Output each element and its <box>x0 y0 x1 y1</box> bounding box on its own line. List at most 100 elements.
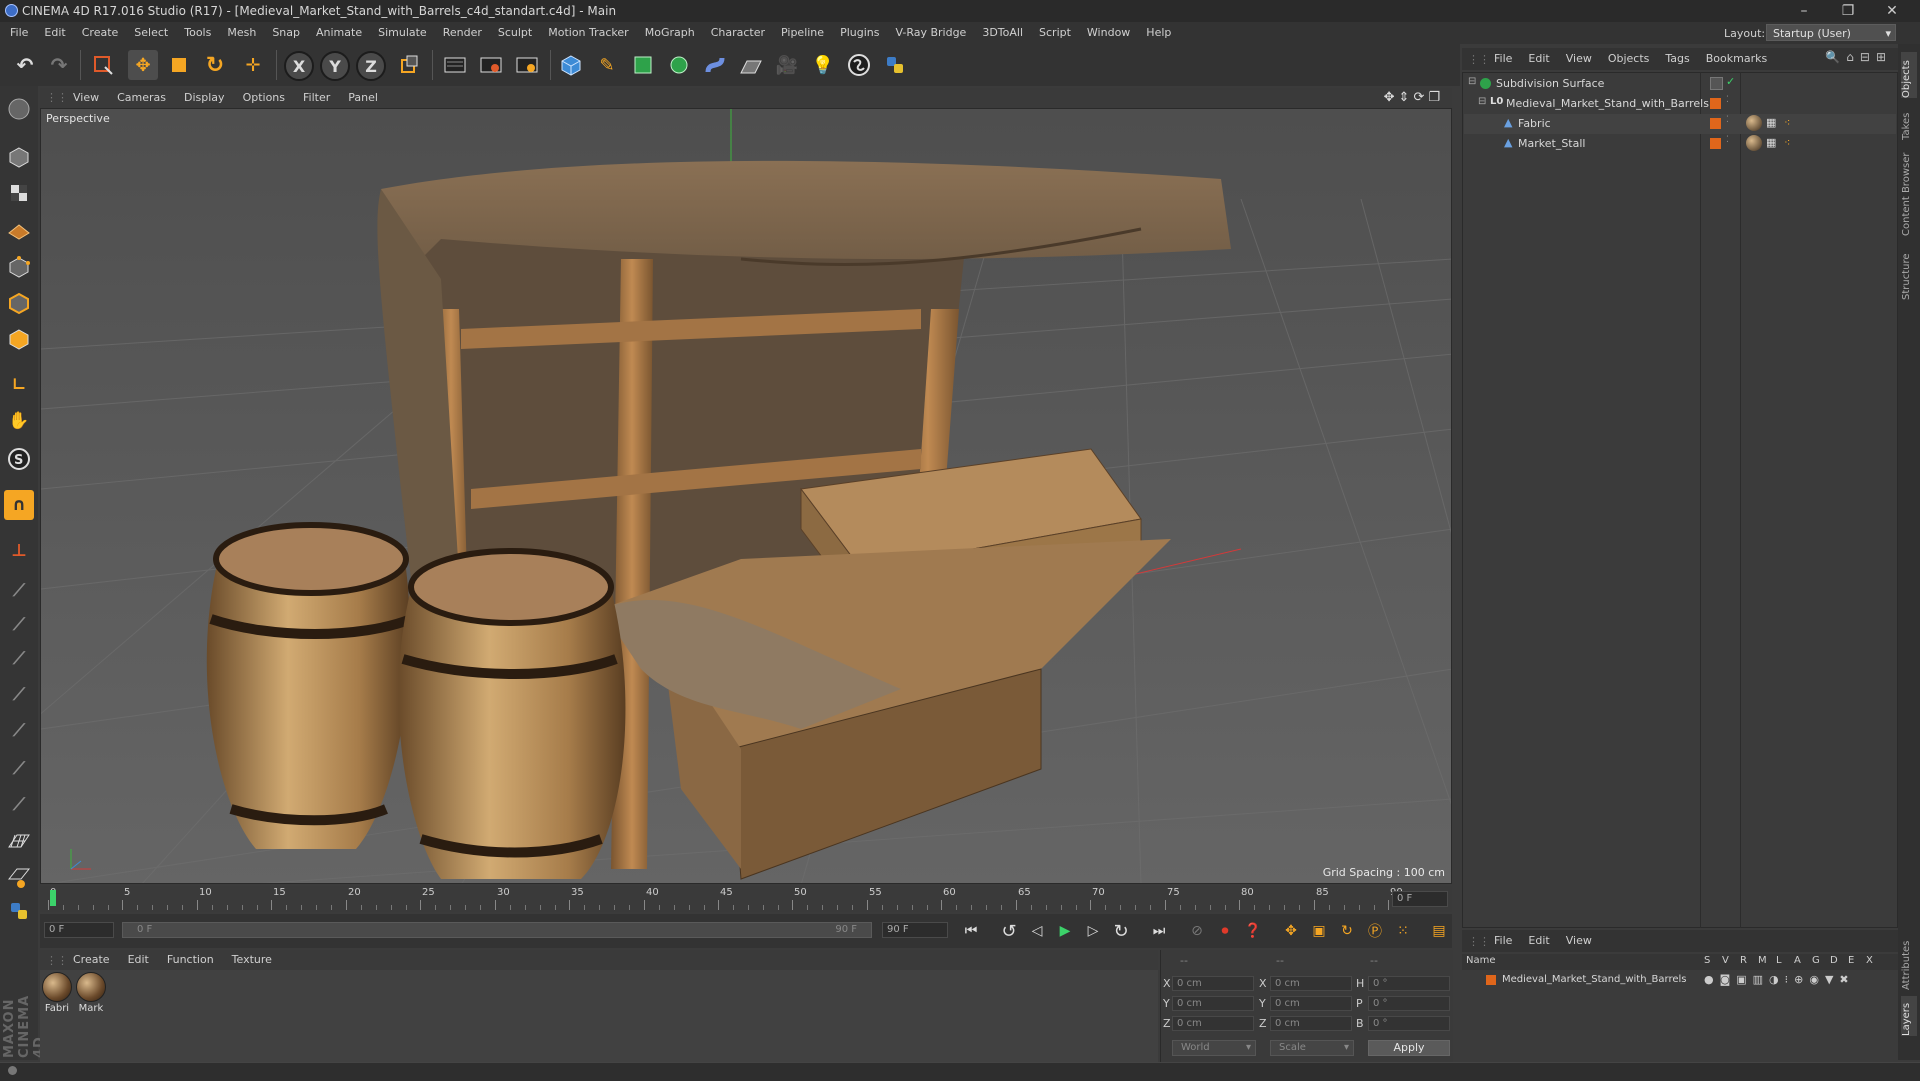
menu-render[interactable]: Render <box>435 22 490 44</box>
layer-header-deformers[interactable]: D <box>1830 955 1838 966</box>
rotation-p-field[interactable]: 0 ° <box>1368 996 1450 1011</box>
layer-header-manager[interactable]: M <box>1758 955 1767 966</box>
close-button[interactable]: ✕ <box>1870 0 1914 22</box>
render-view-icon[interactable] <box>440 50 470 80</box>
material-tag-icon[interactable] <box>1746 115 1762 131</box>
python-icon[interactable] <box>4 896 34 926</box>
vray-bridge-icon[interactable] <box>844 50 874 80</box>
nurbs-generator-icon[interactable] <box>628 50 658 80</box>
menu-help[interactable]: Help <box>1138 22 1179 44</box>
menu-window[interactable]: Window <box>1079 22 1138 44</box>
uvw-tag-icon[interactable]: ▦ <box>1766 116 1776 129</box>
layer-menu-edit[interactable]: Edit <box>1520 930 1557 952</box>
sculpt-brush-7-icon[interactable]: ⟋ <box>4 790 34 820</box>
tweak-mode-icon[interactable]: ✋ <box>4 406 34 436</box>
layer-color-swatch[interactable] <box>1486 975 1496 985</box>
layer-header-animation[interactable]: A <box>1794 955 1801 966</box>
viewport-menu-view[interactable]: View <box>64 88 108 108</box>
layer-header-visible[interactable]: V <box>1722 955 1729 966</box>
cube-primitive-icon[interactable] <box>556 50 586 80</box>
layer-color-swatch[interactable] <box>1710 138 1721 149</box>
layout-select[interactable]: Startup (User) ▾ <box>1766 24 1896 41</box>
om-menu-edit[interactable]: Edit <box>1520 48 1557 70</box>
autokey-icon[interactable]: ❓ <box>1242 920 1264 942</box>
workplane-mode-icon[interactable] <box>4 214 34 244</box>
object-row-market-stall[interactable]: ▲ Market_Stall ⁚ ▦ ⁖ <box>1464 134 1896 154</box>
start-frame-field[interactable]: 0 F <box>44 922 114 938</box>
layer-color-swatch[interactable] <box>1710 77 1723 90</box>
rotate-tool-icon[interactable]: ↻ <box>200 50 230 80</box>
play-forward-icon[interactable]: ▶ <box>1054 920 1076 942</box>
transform-tool-icon[interactable]: ✛ <box>238 50 268 80</box>
menu-3dtoall[interactable]: 3DToAll <box>974 22 1031 44</box>
layer-color-swatch[interactable] <box>1710 118 1721 129</box>
visibility-dots-icon[interactable]: ⁚ <box>1726 135 1729 145</box>
menu-simulate[interactable]: Simulate <box>370 22 435 44</box>
position-z-field[interactable]: 0 cm <box>1172 1016 1254 1031</box>
tab-structure[interactable]: Structure <box>1901 244 1917 300</box>
object-row-medieval-market-stand[interactable]: ⊟ L0 Medieval_Market_Stand_with_Barrels … <box>1464 94 1896 114</box>
position-y-field[interactable]: 0 cm <box>1172 996 1254 1011</box>
timeline-ruler[interactable]: 051015202530354045505560657075808590 0 F <box>40 886 1452 912</box>
key-position-icon[interactable]: ✥ <box>1280 920 1302 942</box>
sculpt-brush-4-icon[interactable]: ⟋ <box>4 680 34 710</box>
menu-character[interactable]: Character <box>703 22 773 44</box>
om-search-home-icons[interactable]: 🔍⌂⊟⊞ <box>1825 50 1892 64</box>
next-frame-icon[interactable]: ▷ <box>1082 920 1104 942</box>
sculpt-brush-5-icon[interactable]: ⟋ <box>4 716 34 746</box>
move-tool-icon[interactable]: ✥ <box>128 50 158 80</box>
collapse-icon[interactable]: ⊟ <box>1478 96 1486 107</box>
tab-layers[interactable]: Layers <box>1901 996 1917 1036</box>
layer-header-generators[interactable]: G <box>1812 955 1820 966</box>
om-menu-view[interactable]: View <box>1558 48 1600 70</box>
scale-tool-icon[interactable] <box>164 50 194 80</box>
layer-header-render[interactable]: R <box>1740 955 1747 966</box>
menu-create[interactable]: Create <box>74 22 127 44</box>
key-pla-icon[interactable]: ⁙ <box>1392 920 1414 942</box>
redo-icon[interactable]: ↷ <box>44 50 74 80</box>
spline-pen-icon[interactable]: ✎ <box>592 50 622 80</box>
light-bulb-icon[interactable]: 💡 <box>808 50 838 80</box>
render-settings-icon[interactable] <box>512 50 542 80</box>
axis-mode-icon[interactable]: ∟ <box>4 370 34 400</box>
snapping-icon[interactable]: S <box>4 444 34 474</box>
timeline-layout-icon[interactable]: ▤ <box>1428 920 1450 942</box>
viewport-menu-options[interactable]: Options <box>234 88 294 108</box>
menu-script[interactable]: Script <box>1031 22 1079 44</box>
make-editable-icon[interactable] <box>4 94 34 124</box>
x-axis-lock-button[interactable]: X <box>284 51 314 81</box>
coordinate-space-select[interactable]: World ▾ <box>1172 1040 1256 1056</box>
material-tag-icon[interactable] <box>1746 135 1762 151</box>
grid-snap-icon[interactable] <box>4 826 34 856</box>
python-script-icon[interactable] <box>880 50 910 80</box>
material-fabric[interactable]: Fabri <box>42 972 72 1014</box>
floor-scene-icon[interactable] <box>736 50 766 80</box>
layer-row[interactable]: Medieval_Market_Stand_with_Barrels ●◙▣▥◑… <box>1464 972 1896 990</box>
layer-color-swatch[interactable] <box>1710 98 1721 109</box>
sculpt-brush-3-icon[interactable]: ⟋ <box>4 644 34 674</box>
workplane-icon[interactable]: ⊥ <box>4 536 34 566</box>
record-active-objects-icon[interactable]: ⏺ <box>1214 920 1236 942</box>
om-menu-objects[interactable]: Objects <box>1600 48 1658 70</box>
viewport-menu-panel[interactable]: Panel <box>339 88 387 108</box>
phong-tag-icon[interactable]: ⁖ <box>1784 136 1790 149</box>
tab-takes[interactable]: Takes <box>1901 104 1917 140</box>
menu-snap[interactable]: Snap <box>264 22 308 44</box>
position-x-field[interactable]: 0 cm <box>1172 976 1254 991</box>
layer-menu-file[interactable]: File <box>1486 930 1520 952</box>
transform-mode-select[interactable]: Scale ▾ <box>1270 1040 1354 1056</box>
phong-tag-icon[interactable]: ⁖ <box>1784 116 1790 129</box>
edges-mode-icon[interactable] <box>4 288 34 318</box>
array-generator-icon[interactable] <box>664 50 694 80</box>
key-scale-icon[interactable]: ▣ <box>1308 920 1330 942</box>
material-menu-texture[interactable]: Texture <box>223 950 281 970</box>
om-menu-tags[interactable]: Tags <box>1657 48 1697 70</box>
material-menu-edit[interactable]: Edit <box>119 950 158 970</box>
viewport-navigation-icons[interactable]: ✥⇕⟳❐ <box>1384 90 1444 105</box>
material-grip-icon[interactable]: ⋮⋮ <box>46 954 68 967</box>
model-mode-icon[interactable] <box>4 142 34 172</box>
layer-toggle-icons[interactable]: ●◙▣▥◑⁝⊕◉▼✖ <box>1704 973 1855 986</box>
collapse-icon[interactable]: ⊟ <box>1468 76 1476 87</box>
menu-edit[interactable]: Edit <box>36 22 73 44</box>
sculpt-brush-1-icon[interactable]: ⟋ <box>4 576 34 606</box>
